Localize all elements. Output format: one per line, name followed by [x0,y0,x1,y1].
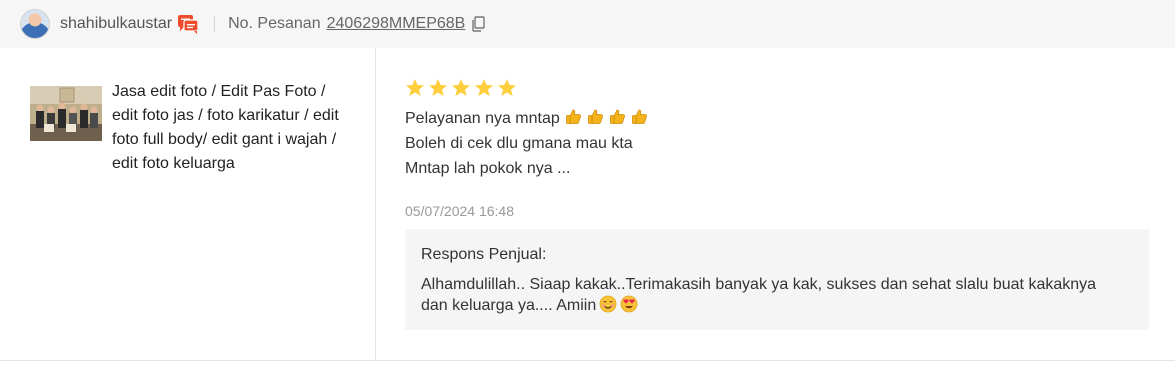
seller-response-text: Alhamdulillah.. Siaap kakak..Terimakasih… [421,274,1121,316]
star-icon [497,78,517,98]
seller-response-body: Alhamdulillah.. Siaap kakak..Terimakasih… [421,276,1097,314]
review-line-text: Pelayanan nya mntap [405,110,560,127]
product-thumbnail[interactable] [30,86,102,141]
seller-response-title: Respons Penjual: [421,246,547,263]
username[interactable]: shahibulkaustar [60,15,172,33]
bottom-divider [0,360,1175,361]
review-line: Boleh di cek dlu gmana mau kta [405,135,633,152]
review-line: Pelayanan nya mntap [405,106,1105,131]
copy-icon[interactable] [471,16,486,32]
star-icon [428,78,448,98]
thumbs-up-emoji [587,108,604,125]
review-line: Mntap lah pokok nya ... [405,160,571,177]
thumbs-up-emoji [565,108,582,125]
review-date: 05/07/2024 16:48 [405,203,514,219]
review-content: Jasa edit foto / Edit Pas Foto / edit fo… [0,48,1175,361]
rating-stars [405,78,517,98]
star-icon [474,78,494,98]
star-icon [451,78,471,98]
header-divider [214,16,216,32]
smiling-face-emoji [599,295,617,313]
review-header: shahibulkaustar No. Pesanan 2406298MMEP6… [0,0,1175,48]
column-divider [375,48,376,360]
order-label: No. Pesanan [228,15,321,32]
review-text: Pelayanan nya mntap Boleh di cek dlu gma… [405,106,1105,181]
review-card: shahibulkaustar No. Pesanan 2406298MMEP6… [0,0,1175,365]
thumbs-up-emoji [631,108,648,125]
order-number-link[interactable]: 2406298MMEP68B [327,15,466,33]
thumbs-up-emoji [609,108,626,125]
heart-eyes-emoji [620,295,638,313]
user-avatar[interactable] [20,9,50,39]
seller-response: Respons Penjual: Alhamdulillah.. Siaap k… [405,229,1149,330]
product-name[interactable]: Jasa edit foto / Edit Pas Foto / edit fo… [112,80,352,176]
star-icon [405,78,425,98]
chat-icon[interactable] [177,14,199,34]
